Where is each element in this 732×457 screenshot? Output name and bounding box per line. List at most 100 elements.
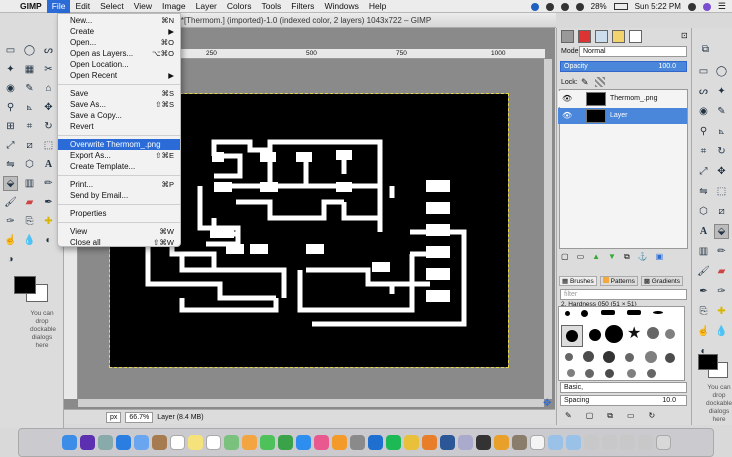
brush-filter-input[interactable]: filter [560,289,687,300]
brush-swatch[interactable] [603,351,615,363]
chrome-icon[interactable] [403,435,419,450]
maps-icon[interactable] [223,435,239,450]
notes-icon[interactable] [187,435,203,450]
measure-icon[interactable]: ⦝ [22,100,37,115]
clone-icon[interactable]: ⎘ [22,214,37,229]
layer-row[interactable]: 👁 Thermom_.png [558,91,687,107]
layers-tab-icon[interactable] [561,30,574,43]
delete-brush-icon[interactable]: ▭ [627,411,635,421]
foreground-color-swatch[interactable] [14,276,36,294]
color-select-icon[interactable]: ▦ [22,62,37,77]
brush-swatch[interactable] [647,369,656,378]
brush-swatch[interactable] [645,351,657,363]
gimp-icon[interactable] [511,435,527,450]
brush-swatch[interactable] [605,325,623,343]
airbrush-icon[interactable]: ✒ [41,195,56,210]
documents-folder-icon[interactable] [565,435,581,450]
menu-colors[interactable]: Colors [222,0,257,13]
canvas-horizontal-scrollbar[interactable] [78,399,544,407]
menu-item-save-as[interactable]: Save As... ⇧⌘S [58,99,180,110]
flip-icon[interactable]: ⇋ [3,157,18,172]
foreground-color-swatch[interactable] [698,354,718,370]
rotate-icon[interactable]: ↻ [714,144,729,159]
stack-icon[interactable] [601,435,617,450]
mail-icon[interactable] [133,435,149,450]
brush-preset-select[interactable]: Basic, [560,382,687,393]
stack-icon[interactable] [583,435,599,450]
undo-tab-icon[interactable] [612,30,625,43]
eagle-icon[interactable] [493,435,509,450]
menu-item-new[interactable]: New... ⌘N [58,15,180,26]
menu-item-open-recent[interactable]: Open Recent ▶ [58,70,180,81]
system-preferences-icon[interactable] [349,435,365,450]
fuzzy-select-icon[interactable]: ✦ [3,62,18,77]
new-group-icon[interactable]: ▭ [577,252,585,264]
heal-icon[interactable]: ✚ [41,214,56,229]
battery-icon[interactable] [613,3,628,10]
dock-config-icon[interactable]: ⊡ [681,31,688,40]
scale-icon[interactable]: ⤢ [3,138,18,153]
eye-icon[interactable]: 👁 [562,108,572,124]
clock[interactable]: Sun 5:22 PM [635,2,681,11]
facetime-icon[interactable] [277,435,293,450]
launchpad-icon[interactable] [97,435,113,450]
layer-row-selected[interactable]: 👁 Layer [558,108,687,124]
grid-tab-icon[interactable] [629,30,642,43]
crop-icon[interactable]: ⌗ [22,119,37,134]
align-icon[interactable]: ⊞ [3,119,18,134]
menu-item-save-copy[interactable]: Save a Copy... [58,110,180,121]
brush-swatch[interactable] [565,311,570,316]
flip-icon[interactable]: ⇋ [696,184,711,199]
rect-select-icon[interactable]: ▭ [696,64,711,79]
menu-item-close-all[interactable]: Close all ⇧⌘W [58,237,180,248]
fusion-icon[interactable] [421,435,437,450]
edit-brush-icon[interactable]: ✎ [565,411,572,421]
eraser-icon[interactable]: ▰ [714,264,729,279]
notification-center-icon[interactable]: ☰ [718,1,726,12]
menu-item-print[interactable]: Print... ⌘P [58,179,180,190]
menu-image[interactable]: Image [157,0,191,13]
brushes-tab[interactable]: ▦ Brushes [559,275,597,286]
canvas-vertical-scrollbar[interactable] [544,59,552,399]
menu-tools[interactable]: Tools [256,0,286,13]
menu-edit[interactable]: Edit [70,0,95,13]
pencil-icon[interactable]: ✏ [714,244,729,259]
siri-icon[interactable] [79,435,95,450]
brush-swatch[interactable] [627,369,636,378]
free-select-icon[interactable]: ᔕ [696,84,711,99]
heal-icon[interactable]: ✚ [714,304,729,319]
zoom-icon[interactable]: ⚲ [696,124,711,139]
menu-item-properties[interactable]: Properties [58,208,180,219]
scale-icon[interactable]: ⤢ [696,164,711,179]
channels-tab-icon[interactable] [578,30,591,43]
preview-icon[interactable] [457,435,473,450]
downloads-folder-icon[interactable] [547,435,563,450]
safari-icon[interactable] [115,435,131,450]
spotify-icon[interactable] [385,435,401,450]
delete-layer-icon[interactable]: ▣ [656,252,664,264]
menu-item-open-location[interactable]: Open Location... [58,59,180,70]
refresh-brushes-icon[interactable]: ↻ [649,411,656,421]
terminal-icon[interactable] [475,435,491,450]
ink-icon[interactable]: ✑ [714,284,729,299]
finder-icon[interactable] [61,435,77,450]
spacing-slider[interactable]: Spacing 10.0 [560,395,687,406]
menu-item-export-as[interactable]: Export As... ⇧⌘E [58,150,180,161]
brush-swatch[interactable] [565,353,573,361]
text-icon[interactable]: A [696,224,711,239]
text-icon[interactable]: A [41,157,56,172]
smudge-icon[interactable]: ☝ [696,324,711,339]
messages-icon[interactable] [259,435,275,450]
gradients-tab[interactable]: ▩ Gradients [640,275,683,286]
perspective-icon[interactable]: ⬚ [714,184,729,199]
warp-icon[interactable]: ⧄ [714,204,729,219]
scissors-icon[interactable]: ✂ [41,62,56,77]
brush-swatch[interactable] [583,351,594,362]
menu-layer[interactable]: Layer [191,0,222,13]
brush-swatch[interactable] [665,353,675,363]
ink-icon[interactable]: ✑ [3,214,18,229]
opacity-slider[interactable]: Opacity 100.0 [560,61,687,72]
rotate-icon[interactable]: ↻ [41,119,56,134]
shear-icon[interactable]: ⧄ [22,138,37,153]
paths-icon[interactable]: ✎ [22,81,37,96]
